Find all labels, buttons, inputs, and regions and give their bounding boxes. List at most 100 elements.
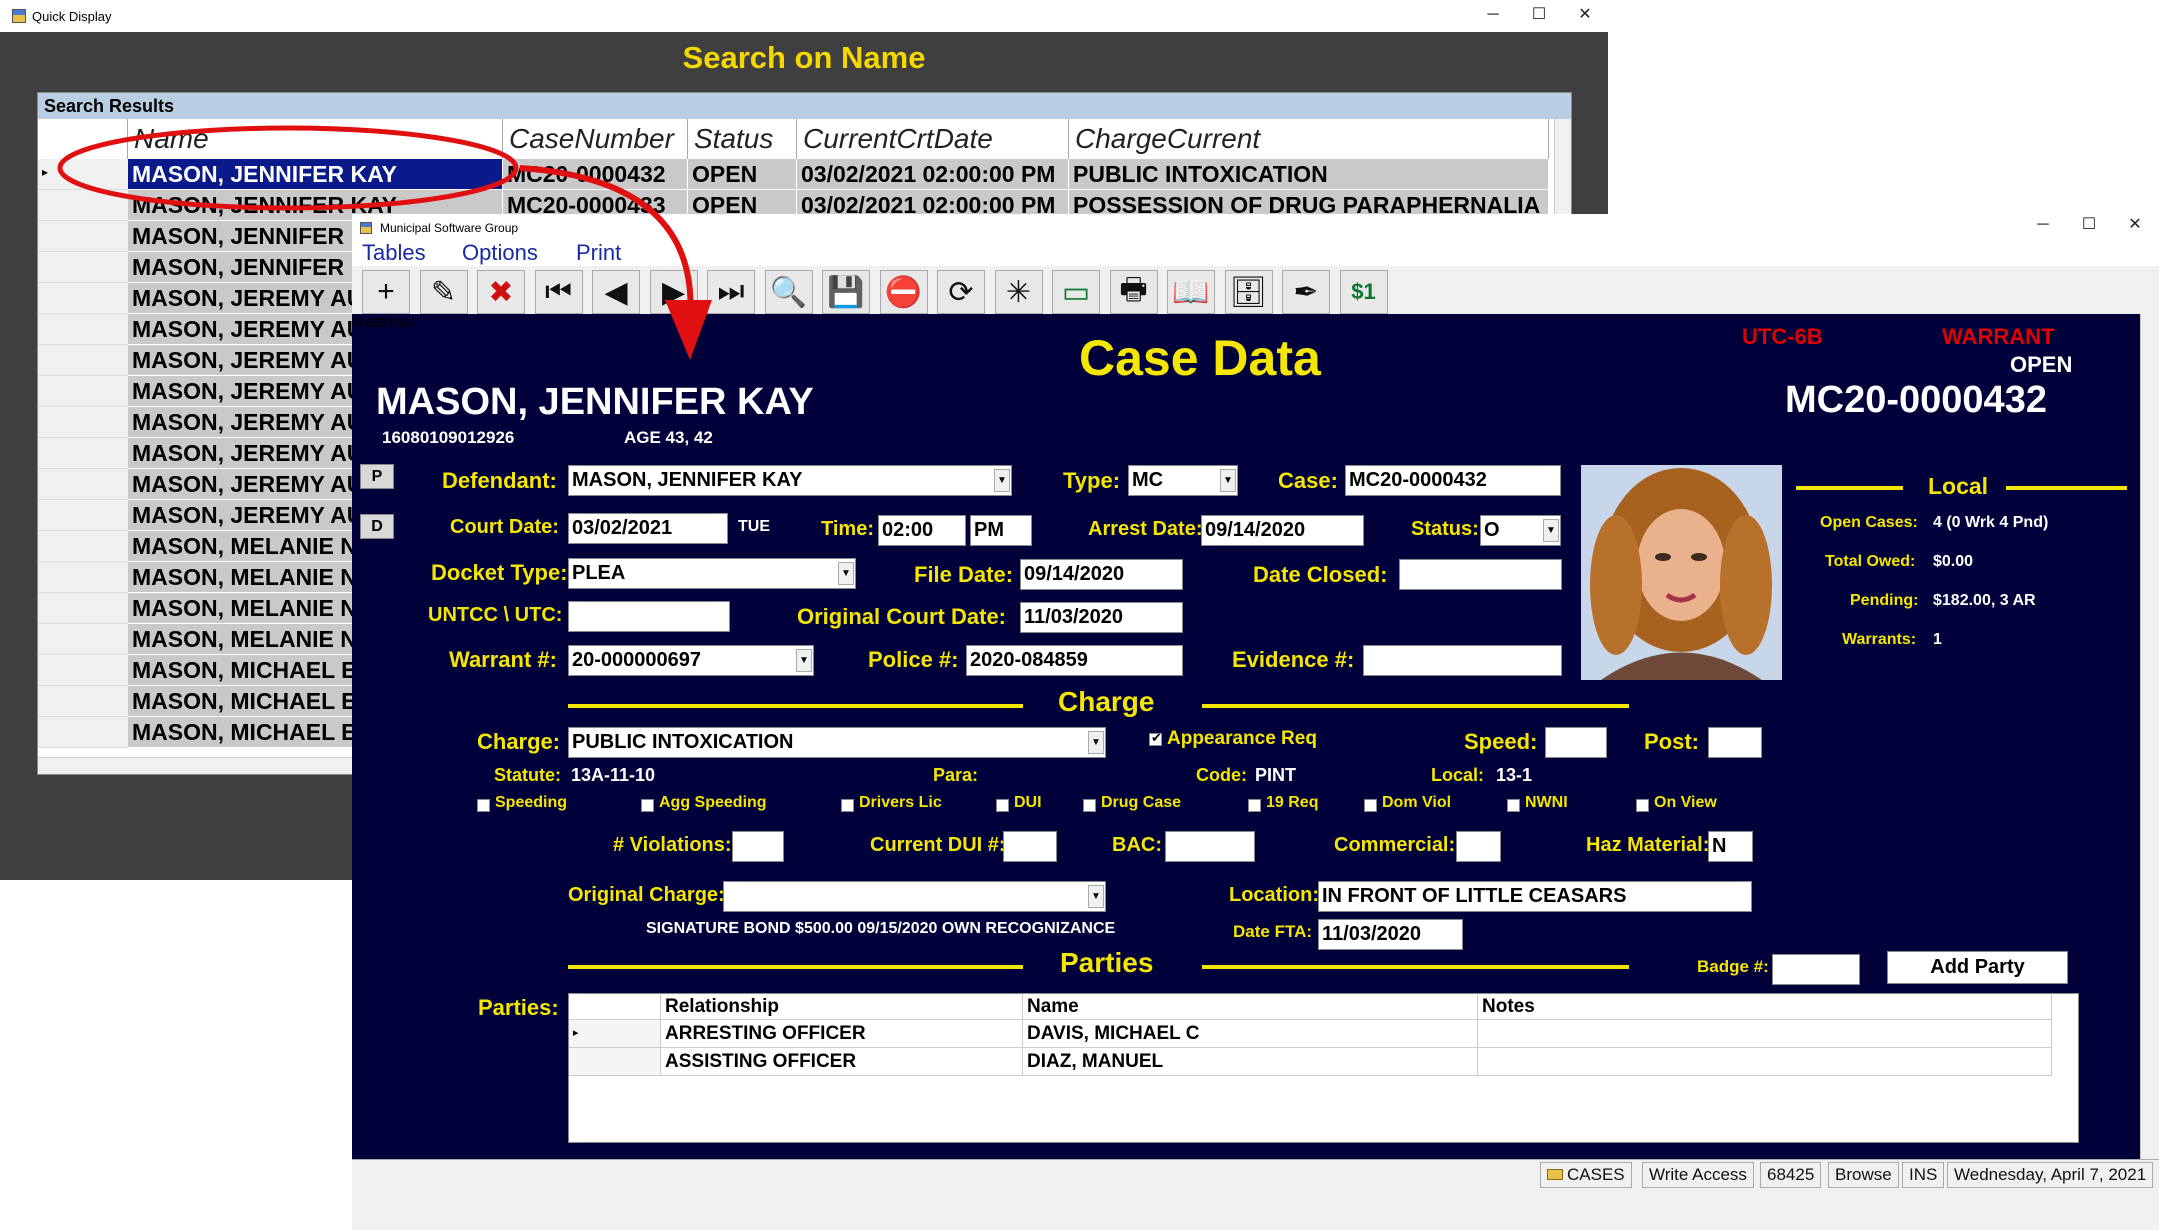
row-header[interactable]	[38, 562, 128, 593]
original-charge-select[interactable]: ▼	[723, 881, 1106, 912]
book-icon[interactable]: 📖	[1167, 270, 1215, 314]
network-icon[interactable]: ✳	[994, 270, 1043, 314]
close-icon[interactable]: ✕	[2112, 210, 2158, 242]
ampm-field[interactable]: PM	[970, 515, 1032, 546]
d-button[interactable]: D	[360, 514, 394, 539]
charge-select[interactable]: PUBLIC INTOXICATION ▼	[568, 727, 1106, 758]
column-header-party-name[interactable]: Name	[1023, 994, 1478, 1020]
row-header[interactable]	[38, 717, 128, 748]
row-header[interactable]	[38, 624, 128, 655]
row-header[interactable]	[38, 190, 128, 221]
last-record-icon[interactable]: ⏭	[707, 270, 755, 314]
result-cell-name[interactable]: MASON, JENNIFER KAY	[128, 159, 503, 190]
column-header-name[interactable]: Name	[128, 119, 503, 159]
result-cell-case[interactable]: MC20-0000432	[503, 159, 688, 190]
checkbox-dui[interactable]	[996, 799, 1009, 812]
case-field[interactable]: MC20-0000432	[1345, 465, 1561, 496]
previous-record-icon[interactable]: ◀	[592, 270, 640, 314]
column-header-current-court-date[interactable]: CurrentCrtDate	[797, 119, 1069, 159]
vertical-scrollbar[interactable]	[2140, 314, 2159, 1174]
location-field[interactable]: IN FRONT OF LITTLE CEASARS	[1318, 881, 1752, 912]
party-cell-name[interactable]: DIAZ, MANUEL	[1023, 1048, 1478, 1076]
bac-field[interactable]	[1165, 831, 1255, 862]
money-icon[interactable]: $1	[1339, 270, 1388, 314]
checkbox-dom-viol[interactable]	[1364, 799, 1377, 812]
minimize-icon[interactable]: ─	[1470, 0, 1516, 32]
next-record-icon[interactable]: ▶	[649, 270, 698, 314]
column-header-case-number[interactable]: CaseNumber	[503, 119, 688, 159]
chevron-down-icon[interactable]: ▼	[1543, 519, 1559, 542]
party-cell-notes[interactable]	[1478, 1020, 2052, 1048]
row-header[interactable]	[38, 283, 128, 314]
result-cell-date[interactable]: 03/02/2021 02:00:00 PM	[797, 159, 1069, 190]
chevron-down-icon[interactable]: ▼	[994, 469, 1010, 492]
date-fta-field[interactable]: 11/03/2020	[1318, 919, 1463, 950]
result-cell-status[interactable]: OPEN	[688, 159, 797, 190]
checkbox-19-req[interactable]	[1248, 799, 1261, 812]
violations-field[interactable]	[732, 831, 784, 862]
row-header[interactable]	[38, 407, 128, 438]
refresh-icon[interactable]: ⟳	[937, 270, 985, 314]
row-header[interactable]	[38, 531, 128, 562]
menu-print[interactable]: Print	[576, 240, 621, 266]
first-record-icon[interactable]: ⏮	[534, 270, 583, 314]
signature-icon[interactable]: ✒	[1282, 270, 1330, 314]
maximize-icon[interactable]: ☐	[1516, 0, 1562, 32]
parties-grid[interactable]: Relationship Name Notes ▸ ARRESTING OFFIC…	[568, 993, 2079, 1143]
chevron-down-icon[interactable]: ▼	[796, 649, 812, 672]
party-cell-name[interactable]: DAVIS, MICHAEL C	[1023, 1020, 1478, 1048]
maximize-icon[interactable]: ☐	[2066, 210, 2112, 242]
stop-icon[interactable]: ⛔	[879, 270, 928, 314]
column-header-status[interactable]: Status	[688, 119, 797, 159]
date-closed-field[interactable]	[1399, 559, 1562, 590]
row-header[interactable]	[38, 314, 128, 345]
menu-options[interactable]: Options	[462, 240, 538, 266]
party-cell-notes[interactable]	[1478, 1048, 2052, 1076]
speed-field[interactable]	[1545, 727, 1607, 758]
row-header[interactable]	[38, 252, 128, 283]
printer-icon[interactable]: 🖶	[1109, 270, 1158, 314]
row-header[interactable]	[38, 593, 128, 624]
checkbox-drivers-lic[interactable]	[841, 799, 854, 812]
column-header-relationship[interactable]: Relationship	[661, 994, 1023, 1020]
party-row-header[interactable]	[569, 1048, 661, 1076]
checkbox-nwni[interactable]	[1507, 799, 1520, 812]
close-icon[interactable]: ✕	[1562, 0, 1608, 32]
chevron-down-icon[interactable]: ▼	[1088, 731, 1104, 754]
add-party-button[interactable]: Add Party	[1887, 951, 2068, 984]
party-cell-relationship[interactable]: ARRESTING OFFICER	[661, 1020, 1023, 1048]
court-date-field[interactable]: 03/02/2021	[568, 513, 728, 544]
row-header[interactable]	[38, 221, 128, 252]
type-select[interactable]: MC ▼	[1128, 465, 1238, 496]
cabinet-icon[interactable]: 🗄	[1224, 270, 1273, 314]
column-header-notes[interactable]: Notes	[1478, 994, 2052, 1020]
column-header-charge-current[interactable]: ChargeCurrent	[1069, 119, 1549, 159]
original-court-date-field[interactable]: 11/03/2020	[1020, 602, 1183, 633]
result-cell-charge[interactable]: PUBLIC INTOXICATION	[1069, 159, 1549, 190]
warrant-select[interactable]: 20-000000697 ▼	[568, 645, 814, 676]
post-field[interactable]	[1708, 727, 1762, 758]
chevron-down-icon[interactable]: ▼	[1088, 885, 1104, 908]
police-field[interactable]: 2020-084859	[966, 645, 1183, 676]
menu-tables[interactable]: Tables	[362, 240, 426, 266]
file-date-field[interactable]: 09/14/2020	[1020, 559, 1183, 590]
row-header[interactable]	[38, 438, 128, 469]
search-icon[interactable]: 🔍	[764, 270, 813, 314]
evidence-field[interactable]	[1363, 645, 1562, 676]
arrest-date-field[interactable]: 09/14/2020	[1201, 515, 1364, 546]
checkbox-agg-speeding[interactable]	[641, 799, 654, 812]
checkbox-on-view[interactable]	[1636, 799, 1649, 812]
add-record-icon[interactable]: +	[362, 270, 410, 314]
party-cell-relationship[interactable]: ASSISTING OFFICER	[661, 1048, 1023, 1076]
row-header[interactable]	[38, 345, 128, 376]
checkbox-speeding[interactable]	[477, 799, 490, 812]
minimize-icon[interactable]: ─	[2020, 210, 2066, 242]
table-icon[interactable]: ▭	[1052, 270, 1100, 314]
current-dui-field[interactable]	[1003, 831, 1057, 862]
save-icon[interactable]: 💾	[822, 270, 870, 314]
row-header[interactable]	[38, 686, 128, 717]
chevron-down-icon[interactable]: ▼	[1220, 469, 1236, 492]
row-header[interactable]	[38, 469, 128, 500]
time-field[interactable]: 02:00	[878, 515, 966, 546]
status-select[interactable]: O ▼	[1480, 515, 1561, 546]
